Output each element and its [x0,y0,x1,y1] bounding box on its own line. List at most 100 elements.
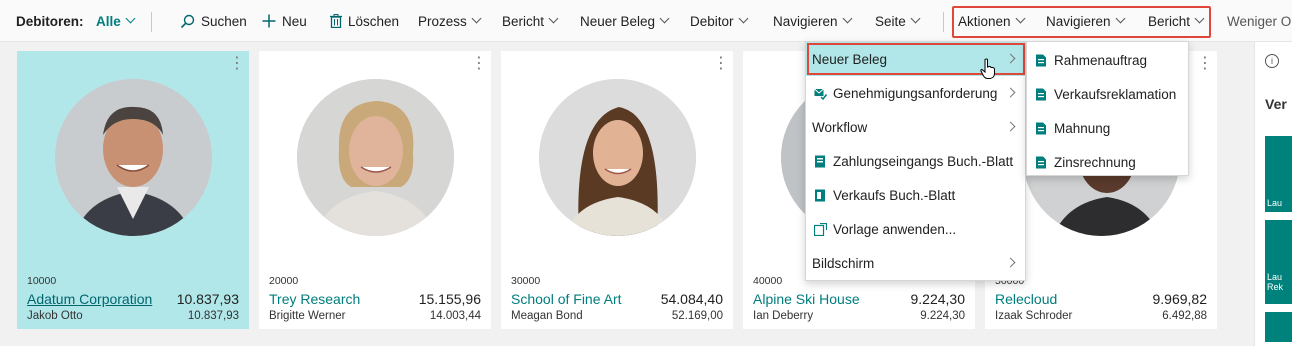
chevron-down-icon [1115,13,1125,24]
factbox-heading: Ver [1265,96,1287,112]
menu-item-sales-return[interactable]: Verkaufsreklamation [1027,77,1188,111]
customer-name-link[interactable]: Alpine Ski House [753,291,860,307]
cue-tile[interactable]: Lau [1265,136,1292,212]
menu-item-label: Rahmenauftrag [1054,52,1148,68]
navigate-label: Navigieren [773,13,838,29]
cue-tile[interactable] [1265,312,1292,342]
show-less-button[interactable]: Weniger O [1227,0,1292,42]
navigate-promoted-menu[interactable]: Navigieren [1046,0,1125,42]
actions-menu[interactable]: Aktionen [958,0,1025,42]
chevron-down-icon [910,13,921,24]
menu-item-label: Verkaufs Buch.-Blatt [833,187,956,203]
new-document-menu[interactable]: Neuer Beleg [580,0,670,42]
customer-number: 20000 [269,275,299,287]
customer-name-link[interactable]: Trey Research [269,291,360,307]
menu-item-label: Bildschirm [812,255,875,271]
menu-item-label: Zahlungseingangs Buch.-Blatt [833,153,1014,169]
customer-card[interactable]: ⋮ 30000 School of Fine Art 54.084,40 Mea… [501,51,733,329]
chevron-down-icon [659,13,670,24]
new-button[interactable]: Neu [262,0,307,42]
menu-item-sales-journal[interactable]: Verkaufs Buch.-Blatt [806,178,1025,212]
more-options-icon[interactable]: ⋮ [1197,56,1213,72]
card-info: 10000 Adatum Corporation 10.837,93 Jakob… [17,266,249,329]
customer-card[interactable]: ⋮ 20000 Trey Research 15.155,96 Brigitte… [259,51,491,329]
menu-item-blanket-order[interactable]: Rahmenauftrag [1027,43,1188,77]
approval-icon [814,88,827,100]
chevron-right-icon [1005,87,1016,98]
menu-item-label: Vorlage anwenden... [833,221,957,237]
show-less-label: Weniger O [1227,13,1292,29]
customer-photo [55,79,212,236]
report-promoted-label: Bericht [1148,13,1191,29]
menu-item-finance-charge-memo[interactable]: Zinsrechnung [1027,145,1188,179]
customer-name-link[interactable]: Adatum Corporation [27,291,152,307]
menu-item-label: Genehmigungsanforderung [833,85,998,101]
card-info: 30000 School of Fine Art 54.084,40 Meaga… [501,266,733,329]
cue-tile-label: Lau [1267,198,1283,208]
customer-balance: 10.837,93 [176,291,239,307]
filter-dropdown[interactable]: Alle [96,0,136,42]
cue-tile-label: Lau Rek [1267,272,1284,292]
customer-balance: 54.084,40 [660,291,723,307]
process-label: Prozess [418,13,467,29]
new-label: Neu [282,13,307,29]
page-label: Seite [875,13,906,29]
search-button[interactable]: Suchen [180,0,247,42]
chevron-down-icon [1194,13,1205,24]
chevron-right-icon [1005,121,1016,132]
menu-item-label: Zinsrechnung [1054,154,1136,170]
cue-tile[interactable]: Lau Rek [1265,220,1292,304]
hand-cursor-icon [980,58,995,79]
info-icon[interactable]: i [1265,54,1279,68]
document-icon [1036,156,1046,168]
customer-contact: Meagan Bond [511,310,583,322]
customer-balance-due: 14.003,44 [429,310,481,322]
customer-balance-due: 9.224,30 [920,310,965,322]
customer-contact: Jakob Otto [27,310,83,322]
trash-icon [330,14,342,28]
customer-balance: 15.155,96 [418,291,481,307]
report-promoted-menu[interactable]: Bericht [1148,0,1205,42]
template-icon [814,222,827,236]
menu-item-label: Workflow [812,119,868,135]
new-document-submenu: Rahmenauftrag Verkaufsreklamation Mahnun… [1026,41,1189,176]
customer-name-link[interactable]: School of Fine Art [511,291,622,307]
menu-item-workflow[interactable]: Workflow [806,110,1025,144]
customer-balance-due: 6.492,88 [1162,310,1207,322]
customer-photo [539,79,696,236]
divider [943,12,944,32]
customer-number: 10000 [27,275,57,287]
chevron-down-icon [842,13,852,24]
search-label: Suchen [201,13,247,29]
report-menu[interactable]: Bericht [502,0,559,42]
report-label: Bericht [502,13,545,29]
customer-name-link[interactable]: Relecloud [995,291,1057,307]
chevron-down-icon [125,13,136,24]
document-icon [1036,54,1046,66]
more-options-icon[interactable]: ⋮ [471,56,487,72]
delete-button[interactable]: Löschen [330,0,399,42]
new-document-label: Neuer Beleg [580,13,656,29]
customer-photo [297,79,454,236]
customer-menu[interactable]: Debitor [690,0,748,42]
chevron-down-icon [738,13,748,24]
chevron-down-icon [548,13,559,24]
menu-item-cash-receipt-journal[interactable]: Zahlungseingangs Buch.-Blatt [806,144,1025,178]
menu-item-label: Mahnung [1054,120,1111,136]
process-menu[interactable]: Prozess [418,0,482,42]
menu-item-approval-request[interactable]: Genehmigungsanforderung [806,76,1025,110]
customer-contact: Brigitte Werner [269,310,346,322]
page-title: Debitoren: [16,13,84,29]
filter-label: Alle [96,13,121,29]
menu-item-reminder[interactable]: Mahnung [1027,111,1188,145]
customer-card[interactable]: ⋮ 10000 Adatum Corporation 10.837,93 Jak… [17,51,249,329]
more-options-icon[interactable]: ⋮ [713,56,729,72]
page-menu[interactable]: Seite [875,0,921,42]
menu-item-display[interactable]: Bildschirm [806,246,1025,280]
more-options-icon[interactable]: ⋮ [229,56,245,72]
document-icon [1036,88,1046,100]
menu-item-apply-template[interactable]: Vorlage anwenden... [806,212,1025,246]
navigate-menu[interactable]: Navigieren [773,0,852,42]
customer-label: Debitor [690,13,734,29]
customer-number: 40000 [753,275,783,287]
